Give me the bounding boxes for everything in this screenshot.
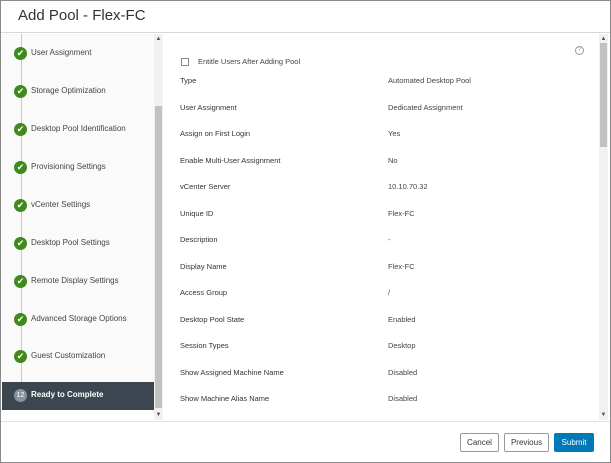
previous-button[interactable]: Previous <box>504 433 549 452</box>
scroll-up-arrow-icon[interactable]: ▲ <box>155 35 162 43</box>
summary-row: Show Assigned Machine Name Disabled <box>180 368 590 380</box>
checkmark-icon: ✔ <box>14 350 27 363</box>
entitle-users-checkbox[interactable] <box>181 57 189 66</box>
checkmark-icon: ✔ <box>14 313 27 326</box>
entitle-users-label: Entitle Users After Adding Pool <box>198 57 301 66</box>
wizard-step[interactable]: ✔ Desktop Pool Identification <box>2 116 154 144</box>
checkmark-icon: ✔ <box>14 161 27 174</box>
summary-row-label: Description <box>180 235 218 244</box>
checkmark-icon: ✔ <box>14 199 27 212</box>
summary-row: Access Group / <box>180 288 590 300</box>
dialog-title: Add Pool - Flex-FC <box>18 7 146 24</box>
checkmark-icon: ✔ <box>14 47 27 60</box>
summary-row-value: 10.10.70.32 <box>388 182 428 191</box>
summary-row-label: Display Name <box>180 261 227 271</box>
summary-row: Description - <box>180 235 590 247</box>
entitle-users-option[interactable]: Entitle Users After Adding Pool <box>181 57 300 66</box>
wizard-step[interactable]: 12 Ready to Complete <box>2 382 154 410</box>
checkmark-icon: ✔ <box>14 275 27 288</box>
summary-row-value: Yes <box>388 129 401 138</box>
summary-row-value: - <box>388 235 391 244</box>
summary-row-value: Automated Desktop Pool <box>388 76 471 85</box>
summary-row-label: Show Assigned Machine Name <box>180 367 284 377</box>
wizard-step-label: Desktop Pool Settings <box>31 238 110 247</box>
checkmark-icon: ✔ <box>14 237 27 250</box>
nav-scrollbar[interactable]: ▲ ▼ <box>154 34 163 420</box>
wizard-step[interactable]: ✔ Guest Customization <box>2 343 154 371</box>
main-scrollbar[interactable]: ▲ ▼ <box>599 34 608 420</box>
summary-row-label: Access Group <box>180 288 228 297</box>
scroll-down-arrow-icon[interactable]: ▼ <box>155 411 162 419</box>
summary-row: Type Automated Desktop Pool <box>180 76 590 88</box>
wizard-step-label: Advanced Storage Options <box>31 314 127 323</box>
summary-row-value: Flex-FC <box>388 208 415 218</box>
wizard-step-label: User Assignment <box>31 48 92 57</box>
checkmark-icon: ✔ <box>14 85 27 98</box>
help-icon[interactable]: ? <box>575 46 584 55</box>
wizard-step[interactable]: ✔ Provisioning Settings <box>2 154 154 182</box>
summary-row-label: Unique ID <box>180 208 214 218</box>
summary-row-label: Assign on First Login <box>180 129 251 138</box>
wizard-step-label: Guest Customization <box>31 351 106 360</box>
wizard-step-label: Storage Optimization <box>31 86 106 95</box>
summary-row-value: / <box>388 288 391 297</box>
summary-row-value: Flex-FC <box>388 261 415 271</box>
wizard-step-label: Remote Display Settings <box>31 276 119 285</box>
scroll-up-arrow-icon[interactable]: ▲ <box>600 35 607 43</box>
add-pool-dialog: Add Pool - Flex-FC ✔ User Assignment ✔ Stor… <box>0 0 611 463</box>
summary-row: Desktop Pool State Enabled <box>180 315 590 327</box>
summary-row-label: Enable Multi-User Assignment <box>180 155 281 165</box>
summary-row-label: Show Machine Alias Name <box>180 394 270 403</box>
wizard-step-label: vCenter Settings <box>31 200 91 209</box>
main-scrollbar-thumb[interactable] <box>600 43 607 147</box>
summary-row-label: vCenter Server <box>180 182 231 191</box>
summary-row: Assign on First Login Yes <box>180 129 590 141</box>
summary-row-value: Enabled <box>388 314 416 324</box>
step-number-badge: 12 <box>14 389 27 402</box>
nav-scrollbar-thumb[interactable] <box>155 106 162 408</box>
summary-row: User Assignment Dedicated Assignment <box>180 103 590 115</box>
wizard-step[interactable]: ✔ Remote Display Settings <box>2 268 154 296</box>
summary-panel: ? Entitle Users After Adding Pool Type Au… <box>164 34 598 420</box>
cancel-button[interactable]: Cancel <box>460 433 499 452</box>
wizard-step-label: Provisioning Settings <box>31 162 106 171</box>
summary-row: Unique ID Flex-FC <box>180 209 590 221</box>
summary-row: Session Types Desktop <box>180 341 590 353</box>
summary-row-value: No <box>388 155 398 165</box>
wizard-step[interactable]: ✔ vCenter Settings <box>2 192 154 220</box>
summary-row-label: Desktop Pool State <box>180 314 245 324</box>
summary-row-label: User Assignment <box>180 102 237 112</box>
wizard-steps-nav: ✔ User Assignment ✔ Storage Optimization ✔ De… <box>2 34 154 410</box>
summary-row-value: Disabled <box>388 394 418 403</box>
wizard-step-label: Ready to Complete <box>31 390 104 399</box>
scroll-down-arrow-icon[interactable]: ▼ <box>600 411 607 419</box>
summary-row: Show Machine Alias Name Disabled <box>180 394 590 406</box>
wizard-step[interactable]: ✔ Advanced Storage Options <box>2 306 154 334</box>
summary-row: Enable Multi-User Assignment No <box>180 156 590 168</box>
summary-row-label: Type <box>180 76 197 85</box>
wizard-step[interactable]: ✔ Desktop Pool Settings <box>2 230 154 258</box>
summary-row-value: Dedicated Assignment <box>388 102 463 112</box>
dialog-footer: Cancel Previous Submit <box>1 421 610 462</box>
summary-row-value: Disabled <box>388 367 418 377</box>
summary-row: Display Name Flex-FC <box>180 262 590 274</box>
wizard-step[interactable]: ✔ Storage Optimization <box>2 78 154 106</box>
summary-row: vCenter Server 10.10.70.32 <box>180 182 590 194</box>
submit-button[interactable]: Submit <box>554 433 594 452</box>
summary-row-label: Session Types <box>180 341 229 350</box>
dialog-header: Add Pool - Flex-FC <box>1 1 610 33</box>
checkmark-icon: ✔ <box>14 123 27 136</box>
summary-row-value: Desktop <box>388 341 416 350</box>
wizard-step-label: Desktop Pool Identification <box>31 124 126 133</box>
wizard-step[interactable]: ✔ User Assignment <box>2 40 154 68</box>
